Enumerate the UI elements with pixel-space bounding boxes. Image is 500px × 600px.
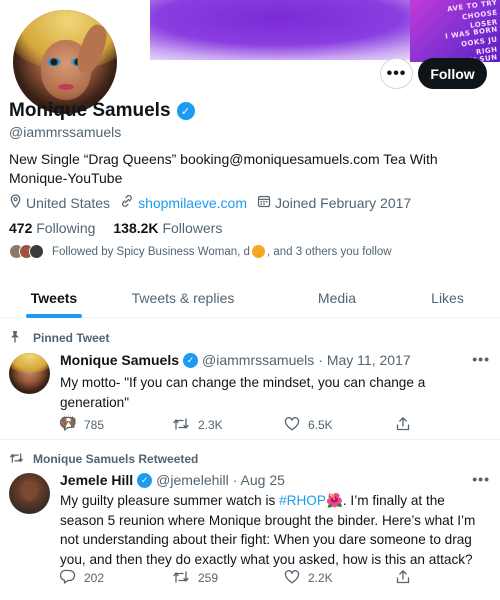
hashtag-link[interactable]: #RHOP bbox=[279, 493, 326, 508]
followers-label: Followers bbox=[162, 220, 223, 236]
profile-tabs: Tweets Tweets & replies Media Likes bbox=[0, 278, 500, 318]
tweet-more-icon[interactable]: ••• bbox=[472, 471, 490, 487]
following-count: 472 bbox=[9, 220, 33, 236]
tweet-author-handle[interactable]: @iammrssamuels bbox=[202, 352, 314, 368]
tab-tweets[interactable]: Tweets bbox=[0, 278, 108, 318]
profile-location: United States bbox=[9, 194, 110, 211]
share-action[interactable] bbox=[396, 416, 416, 434]
reply-action[interactable]: 202 bbox=[59, 569, 172, 587]
verified-badge-icon: ✓ bbox=[176, 102, 195, 120]
reply-count: 785 bbox=[84, 418, 105, 432]
calendar-icon bbox=[257, 194, 271, 211]
reply-count: 202 bbox=[84, 571, 105, 585]
heart-icon bbox=[284, 569, 300, 587]
follow-button[interactable]: Follow bbox=[418, 58, 487, 89]
joined-text: Joined February 2017 bbox=[275, 194, 412, 211]
pin-icon bbox=[9, 330, 21, 346]
tweet-header: Monique Samuels ✓ @iammrssamuels · May 1… bbox=[60, 352, 411, 368]
retweet-icon bbox=[172, 570, 190, 587]
tweet-text-body: My motto- "If you can change the mindset… bbox=[60, 375, 426, 410]
tweet-author-name[interactable]: Jemele Hill bbox=[60, 472, 133, 488]
social-context-text: Pinned Tweet bbox=[33, 331, 110, 345]
link-icon bbox=[120, 194, 134, 211]
tweet-date[interactable]: · Aug 25 bbox=[233, 472, 285, 488]
verified-badge-icon: ✓ bbox=[183, 352, 199, 368]
verified-badge-icon: ✓ bbox=[137, 472, 153, 488]
followed-by-avatars bbox=[9, 244, 44, 259]
tweet-author-avatar[interactable] bbox=[9, 353, 50, 394]
banner-poster: AVE TO TRY CHOOSE LOSER I WAS BORN OOKS … bbox=[410, 0, 500, 65]
following-count-link[interactable]: 472 Following bbox=[9, 220, 95, 236]
followers-count: 138.2K bbox=[113, 220, 159, 236]
tab-tweets-replies[interactable]: Tweets & replies bbox=[108, 278, 258, 318]
profile-name-row: Monique Samuels ✓ bbox=[9, 100, 195, 122]
tweet-social-context: Monique Samuels Retweeted bbox=[10, 452, 199, 466]
tweet-actions: 785 2.3K 6.5K bbox=[59, 416, 420, 434]
reply-icon bbox=[59, 569, 76, 587]
tab-likes[interactable]: Likes bbox=[395, 278, 500, 318]
avatar-lips bbox=[58, 84, 74, 90]
tweet-author-avatar[interactable] bbox=[9, 473, 50, 514]
profile-joined: Joined February 2017 bbox=[257, 194, 411, 211]
reply-icon bbox=[59, 416, 76, 434]
like-action[interactable]: 2.2K bbox=[284, 569, 396, 587]
tweet-emoji: 🌺 bbox=[325, 493, 343, 508]
retweet-icon bbox=[9, 452, 24, 467]
heart-icon bbox=[284, 416, 300, 434]
profile-website[interactable]: shopmilaeve.com bbox=[120, 194, 247, 211]
tweet-author-handle[interactable]: @jemelehill bbox=[156, 472, 229, 488]
share-icon bbox=[396, 416, 410, 434]
share-icon bbox=[396, 569, 410, 587]
tweet[interactable]: Monique Samuels Retweeted Jemele Hill ✓ … bbox=[0, 441, 500, 600]
tweet-date[interactable]: · May 11, 2017 bbox=[318, 352, 410, 368]
profile-display-name: Monique Samuels bbox=[9, 100, 171, 121]
avatar-face bbox=[22, 481, 37, 501]
like-count: 2.2K bbox=[308, 571, 333, 585]
retweet-icon bbox=[172, 417, 190, 434]
profile-counts: 472 Following 138.2K Followers bbox=[9, 220, 222, 236]
tab-media[interactable]: Media bbox=[262, 278, 412, 318]
website-link[interactable]: shopmilaeve.com bbox=[138, 195, 247, 211]
profile-bio: New Single “Drag Queens” booking@monique… bbox=[9, 151, 438, 186]
location-pin-icon bbox=[9, 194, 22, 211]
followed-by-suffix: , and 3 others you follow bbox=[266, 245, 392, 258]
like-action[interactable]: 6.5K bbox=[284, 416, 396, 434]
avatar-hair bbox=[9, 353, 50, 373]
profile-handle: @iammrssamuels bbox=[9, 124, 122, 140]
avatar-eye bbox=[47, 58, 61, 66]
retweet-count: 259 bbox=[198, 571, 219, 585]
reply-action[interactable]: 785 bbox=[59, 416, 172, 434]
tweet-author-name[interactable]: Monique Samuels bbox=[60, 352, 179, 368]
location-text: United States bbox=[26, 194, 111, 211]
tweet-text-before: My guilty pleasure summer watch is bbox=[60, 493, 280, 508]
like-count: 6.5K bbox=[308, 418, 333, 432]
tweet-social-context: Pinned Tweet bbox=[11, 331, 110, 345]
tweet-text: My guilty pleasure summer watch is #RHOP… bbox=[60, 491, 485, 569]
social-context-text: Monique Samuels Retweeted bbox=[33, 452, 199, 466]
active-tab-indicator bbox=[26, 314, 82, 318]
tweet-more-icon[interactable]: ••• bbox=[472, 351, 490, 367]
retweet-action[interactable]: 2.3K bbox=[172, 416, 284, 434]
mini-avatar bbox=[29, 244, 44, 259]
tweet[interactable]: Pinned Tweet Monique Samuels ✓ @iammrssa… bbox=[0, 319, 500, 440]
followers-count-link[interactable]: 138.2K Followers bbox=[113, 220, 222, 236]
retweet-count: 2.3K bbox=[198, 418, 223, 432]
followed-by-row[interactable]: Followed by Spicy Business Woman, d , an… bbox=[9, 244, 392, 259]
emoji-face-icon bbox=[251, 245, 265, 258]
retweet-action[interactable]: 259 bbox=[172, 569, 284, 587]
profile-meta: United States shopmilaeve.com Joined Feb… bbox=[9, 194, 421, 211]
tweet-actions: 202 259 2.2K bbox=[59, 569, 420, 587]
followed-by-prefix: Followed by Spicy Business Woman, d bbox=[52, 245, 250, 258]
tweet-header: Jemele Hill ✓ @jemelehill · Aug 25 bbox=[60, 472, 285, 488]
share-action[interactable] bbox=[396, 569, 416, 587]
following-label: Following bbox=[36, 220, 96, 236]
more-options-button[interactable]: ••• bbox=[380, 58, 413, 89]
